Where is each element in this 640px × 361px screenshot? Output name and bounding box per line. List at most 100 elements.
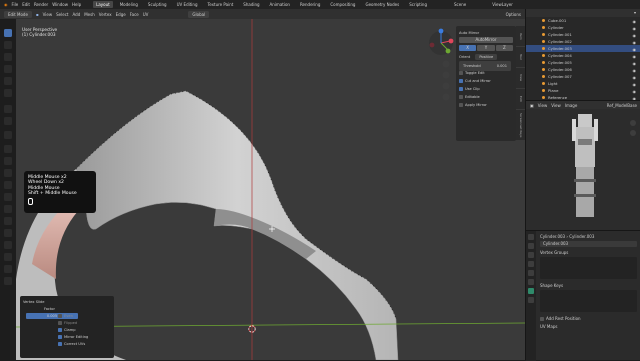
menu-render[interactable]: Render	[34, 2, 48, 7]
vertex-select-icon[interactable]: ▪	[36, 12, 39, 17]
outliner-filter-icon[interactable]: ▾	[634, 9, 636, 17]
edge-slide-tool-icon[interactable]	[4, 241, 12, 249]
outliner-item[interactable]: Cylinder ◉	[526, 24, 640, 31]
vertex-menu[interactable]: Vertex	[99, 12, 112, 17]
workspace-tab-geometry-nodes[interactable]: Geometry Nodes	[362, 1, 402, 8]
mirror-editing-checkbox[interactable]	[58, 335, 62, 339]
add-cube-tool-icon[interactable]	[4, 131, 12, 139]
tab-screencast-keys[interactable]: Screencast Keys	[516, 110, 525, 140]
workspace-tab-scripting[interactable]: Scripting	[406, 1, 430, 8]
tab-tool[interactable]: Tool	[516, 47, 525, 67]
menu-window[interactable]: Window	[52, 2, 68, 7]
outliner-item[interactable]: Plane ◉	[526, 87, 640, 94]
add-menu[interactable]: Add	[72, 12, 80, 17]
outliner-item[interactable]: Light ◉	[526, 80, 640, 87]
vertex-groups-header[interactable]: Vertex Groups	[540, 249, 637, 257]
flipped-checkbox[interactable]	[58, 321, 62, 325]
mesh-menu[interactable]: Mesh	[84, 12, 95, 17]
outliner-item[interactable]: Cylinder.007 ◉	[526, 73, 640, 80]
output-props-tab-icon[interactable]	[528, 252, 534, 258]
cursor-tool-icon[interactable]	[4, 41, 12, 49]
outliner-item[interactable]: Cylinder.001 ◉	[526, 31, 640, 38]
toggle-edit-checkbox[interactable]	[459, 71, 463, 75]
edge-menu[interactable]: Edge	[116, 12, 126, 17]
select-menu[interactable]: Select	[56, 12, 68, 17]
add-rest-position-checkbox[interactable]	[540, 317, 544, 321]
rip-tool-icon[interactable]	[4, 277, 12, 285]
scene-props-tab-icon[interactable]	[528, 261, 534, 267]
extrude-tool-icon[interactable]	[4, 145, 12, 153]
image-menu[interactable]: Image	[565, 103, 578, 108]
auto-mirror-title[interactable]: Auto Mirror	[459, 29, 513, 37]
editable-checkbox[interactable]	[459, 95, 463, 99]
options-menu[interactable]: Options	[506, 12, 521, 17]
image-view-menu[interactable]: View	[538, 103, 548, 108]
modifier-props-tab-icon[interactable]	[528, 279, 534, 285]
mesh-name-field[interactable]: Cylinder.003	[540, 241, 637, 247]
shrink-fatten-tool-icon[interactable]	[4, 253, 12, 261]
view-layer-selector[interactable]: ViewLayer	[492, 2, 513, 7]
menu-help[interactable]: Help	[72, 2, 81, 7]
inset-tool-icon[interactable]	[4, 157, 12, 165]
image-view-menu-2[interactable]: View	[551, 103, 561, 108]
workspace-tab-modeling[interactable]: Modeling	[117, 1, 141, 8]
editor-type-icon[interactable]: ▣	[530, 103, 534, 108]
mirror-editing-row[interactable]: Mirror Editing	[23, 334, 111, 341]
select-box-tool-icon[interactable]	[4, 29, 12, 37]
vertex-groups-list[interactable]	[540, 257, 637, 279]
workspace-tab-uv-editing[interactable]: UV Editing	[174, 1, 201, 8]
image-editor[interactable]: ▣ View View Image Ref_ModelBase	[525, 100, 640, 230]
even-checkbox[interactable]	[58, 314, 62, 318]
outliner-item[interactable]: Cylinder.002 ◉	[526, 38, 640, 45]
scale-tool-icon[interactable]	[4, 77, 12, 85]
apply-mirror-row[interactable]: Apply Mirror	[459, 101, 513, 109]
face-menu[interactable]: Face	[130, 12, 139, 17]
flipped-row[interactable]: Flipped	[23, 320, 111, 327]
transform-tool-icon[interactable]	[4, 89, 12, 97]
blender-logo-icon[interactable]: ◉	[4, 2, 8, 7]
spin-tool-icon[interactable]	[4, 217, 12, 225]
shear-tool-icon[interactable]	[4, 265, 12, 273]
uv-maps-header[interactable]: UV Maps	[540, 323, 637, 331]
clamp-checkbox[interactable]	[58, 328, 62, 332]
rotate-tool-icon[interactable]	[4, 65, 12, 73]
workspace-tab-compositing[interactable]: Compositing	[327, 1, 358, 8]
use-clip-checkbox[interactable]	[459, 87, 463, 91]
workspace-tab-layout[interactable]: Layout	[93, 1, 113, 8]
cut-mirror-checkbox[interactable]	[459, 79, 463, 83]
outliner-item[interactable]: Cylinder.005 ◉	[526, 59, 640, 66]
bevel-tool-icon[interactable]	[4, 169, 12, 177]
tab-edit[interactable]: Edit	[516, 89, 525, 109]
cut-mirror-row[interactable]: Cut and Mirror	[459, 77, 513, 85]
scene-selector[interactable]: Scene	[454, 2, 466, 7]
poly-build-tool-icon[interactable]	[4, 205, 12, 213]
tab-view[interactable]: View	[516, 68, 525, 88]
outliner-item[interactable]: Cylinder.003 ◉	[526, 45, 640, 52]
menu-file[interactable]: File	[12, 2, 19, 7]
workspace-tab-shading[interactable]: Shading	[240, 1, 262, 8]
tool-props-tab-icon[interactable]	[528, 234, 534, 240]
shape-keys-list[interactable]	[540, 290, 637, 312]
material-props-tab-icon[interactable]	[528, 297, 534, 303]
view-menu[interactable]: View	[43, 12, 53, 17]
annotate-tool-icon[interactable]	[4, 105, 12, 113]
knife-tool-icon[interactable]	[4, 193, 12, 201]
object-props-tab-icon[interactable]	[528, 270, 534, 276]
orientation-dropdown[interactable]: Global	[188, 10, 210, 18]
image-name[interactable]: Ref_ModelBase	[607, 103, 637, 108]
measure-tool-icon[interactable]	[4, 117, 12, 125]
outliner-item[interactable]: Cylinder.004 ◉	[526, 52, 640, 59]
axis-x-toggle[interactable]: X	[459, 45, 477, 51]
auto-mirror-button[interactable]: AutoMirror	[459, 37, 513, 43]
correct-uvs-checkbox[interactable]	[58, 342, 62, 346]
smooth-tool-icon[interactable]	[4, 229, 12, 237]
clamp-row[interactable]: Clamp	[23, 327, 111, 334]
move-tool-icon[interactable]	[4, 53, 12, 61]
tab-item[interactable]: Item	[516, 26, 525, 46]
use-clip-row[interactable]: Use Clip	[459, 85, 513, 93]
orientation-select[interactable]: Positive	[475, 54, 498, 60]
redo-panel-title[interactable]: Vertex Slide	[23, 299, 111, 306]
editable-row[interactable]: Editable	[459, 93, 513, 101]
workspace-tab-rendering[interactable]: Rendering	[297, 1, 323, 8]
outliner-item[interactable]: Cylinder.006 ◉	[526, 66, 640, 73]
